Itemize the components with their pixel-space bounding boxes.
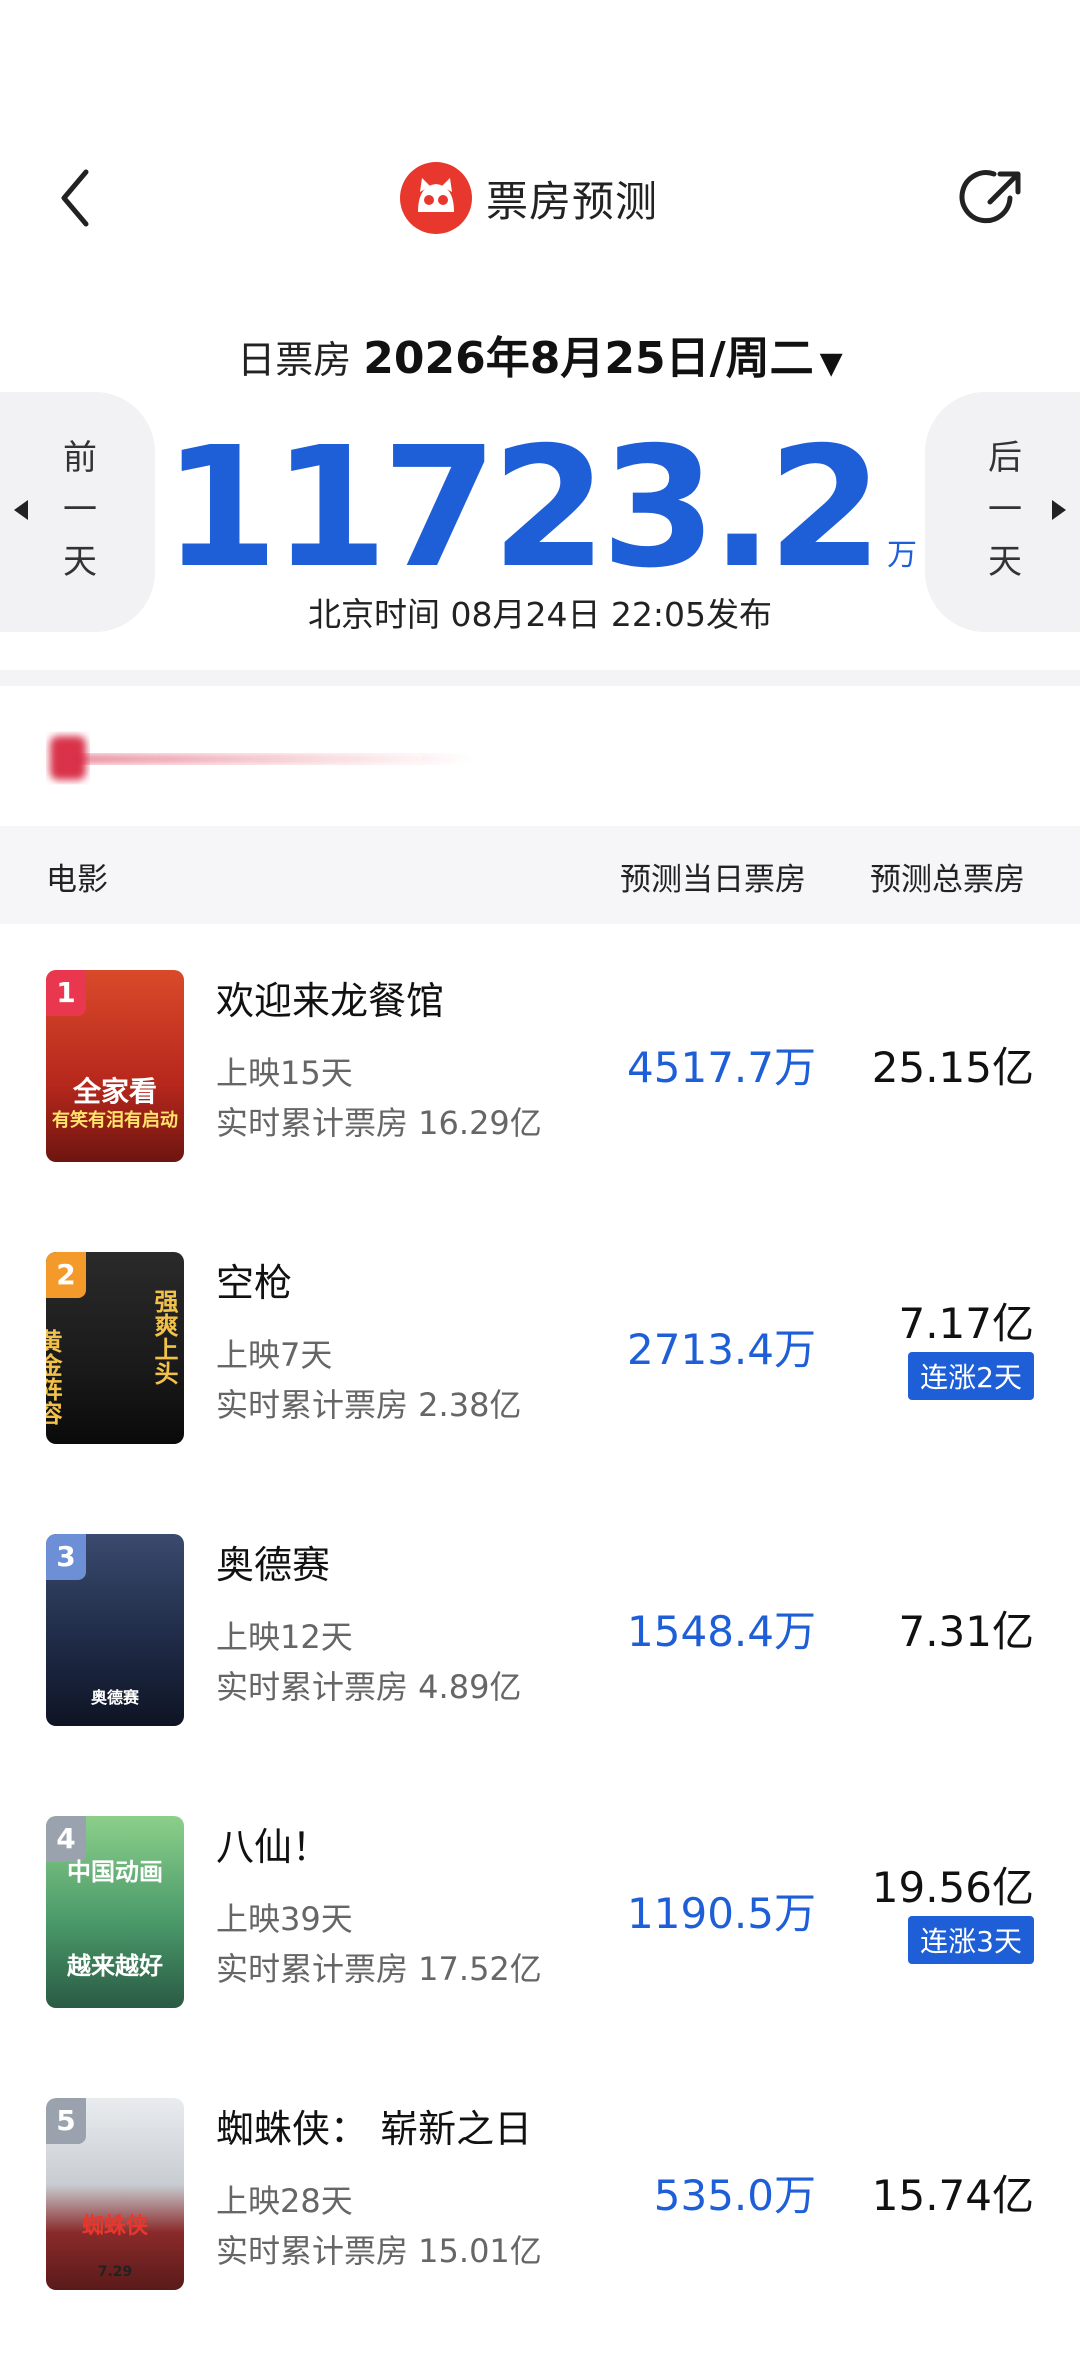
- top-nav: 票房预测: [0, 150, 1080, 250]
- divider: [0, 670, 1080, 686]
- predicted-today: 2713.4万: [627, 1325, 816, 1374]
- movie-poster: 3 奥德赛: [46, 1534, 184, 1726]
- movie-name: 欢迎来龙餐馆: [216, 979, 445, 1023]
- movie-name: 八仙！: [216, 1825, 331, 1869]
- predicted-today: 535.0万: [653, 2171, 816, 2220]
- title-group: 票房预测: [400, 162, 658, 234]
- predicted-total: 7.17亿: [898, 1299, 1034, 1348]
- predicted-today: 1548.4万: [627, 1607, 816, 1656]
- col-header-total[interactable]: 预测总票房: [870, 854, 1025, 899]
- poster-title: 中国动画: [67, 1858, 163, 1886]
- movie-poster: 4 中国动画 越来越好: [46, 1816, 184, 2008]
- movie-cumulative: 实时累计票房 17.52亿: [216, 1950, 542, 1988]
- movie-row[interactable]: 3 奥德赛 奥德赛 上映12天 实时累计票房 4.89亿 1548.4万 7.3…: [0, 1534, 1080, 1818]
- movie-poster: 5 蜘蛛侠 7.29: [46, 2098, 184, 2290]
- poster-subtitle: 强爽上头: [150, 1289, 178, 1385]
- predicted-total: 15.74亿: [871, 2171, 1034, 2220]
- rank-badge: 1: [46, 970, 86, 1016]
- col-header-movie: 电影: [46, 862, 108, 898]
- caret-down-icon[interactable]: ▼: [820, 346, 843, 381]
- share-icon[interactable]: [954, 158, 1034, 238]
- movie-row[interactable]: 5 蜘蛛侠 7.29 蜘蛛侠： 崭新之日 上映28天 实时累计票房 15.01亿…: [0, 2098, 1080, 2373]
- movie-days: 上映28天: [216, 2182, 353, 2220]
- back-icon[interactable]: [50, 158, 110, 238]
- poster-subtitle: 越来越好: [67, 1952, 163, 1980]
- movie-cumulative: 实时累计票房 15.01亿: [216, 2232, 542, 2270]
- movie-cumulative: 实时累计票房 16.29亿: [216, 1104, 542, 1142]
- page-title: 票房预测: [486, 176, 659, 226]
- predicted-today: 4517.7万: [627, 1043, 816, 1092]
- poster-subtitle: 有笑有泪有启动: [52, 1110, 178, 1131]
- poster-title: 蜘蛛侠: [81, 2214, 148, 2239]
- predicted-total: 7.31亿: [898, 1607, 1034, 1656]
- movie-row[interactable]: 1 全家看 有笑有泪有启动 欢迎来龙餐馆 上映15天 实时累计票房 16.29亿…: [0, 970, 1080, 1254]
- trend-badge: 连涨2天: [908, 1352, 1034, 1400]
- movie-name: 蜘蛛侠： 崭新之日: [216, 2107, 533, 2151]
- predicted-total: 19.56亿: [871, 1863, 1034, 1912]
- maoyan-logo-icon: [400, 162, 472, 234]
- poster-title: 奥德赛: [90, 1688, 139, 1707]
- date-selector[interactable]: 日票房 2026年8月25日/周二 ▼: [0, 322, 1080, 386]
- movie-cumulative: 实时累计票房 4.89亿: [216, 1668, 522, 1706]
- table-header: 电影 预测当日票房 预测总票房: [0, 826, 1080, 924]
- movie-days: 上映15天: [216, 1054, 353, 1092]
- date-value: 2026年8月25日/周二: [363, 333, 814, 384]
- movie-row[interactable]: 4 中国动画 越来越好 八仙！ 上映39天 实时累计票房 17.52亿 1190…: [0, 1816, 1080, 2100]
- poster-subtitle: 7.29: [97, 2264, 133, 2280]
- movie-days: 上映39天: [216, 1900, 353, 1938]
- predicted-total: 25.15亿: [871, 1043, 1034, 1092]
- rank-badge: 3: [46, 1534, 86, 1580]
- movie-row[interactable]: 2 黄金阵容 强爽上头 空枪 上映7天 实时累计票房 2.38亿 2713.4万…: [0, 1252, 1080, 1536]
- movie-poster: 1 全家看 有笑有泪有启动: [46, 970, 184, 1162]
- predicted-today: 1190.5万: [627, 1889, 816, 1938]
- rank-badge: 2: [46, 1252, 86, 1298]
- date-label: 日票房: [237, 338, 352, 382]
- blurred-banner-image: [40, 728, 480, 788]
- movie-poster: 2 黄金阵容 强爽上头: [46, 1252, 184, 1444]
- poster-title: 全家看: [72, 1075, 157, 1108]
- rank-badge: 5: [46, 2098, 86, 2144]
- daily-total: 11723.2 万: [0, 412, 1080, 605]
- movie-cumulative: 实时累计票房 2.38亿: [216, 1386, 522, 1424]
- movie-days: 上映12天: [216, 1618, 353, 1656]
- daily-total-value: 11723.2: [162, 412, 883, 605]
- movie-name: 空枪: [216, 1261, 293, 1305]
- trend-badge: 连涨3天: [908, 1916, 1034, 1964]
- movie-days: 上映7天: [216, 1336, 333, 1374]
- daily-total-unit: 万: [887, 538, 918, 573]
- publish-time: 北京时间 08月24日 22:05发布: [307, 595, 773, 634]
- col-header-today[interactable]: 预测当日票房: [620, 854, 806, 899]
- movie-name: 奥德赛: [216, 1543, 331, 1587]
- poster-title: 黄金阵容: [46, 1329, 62, 1425]
